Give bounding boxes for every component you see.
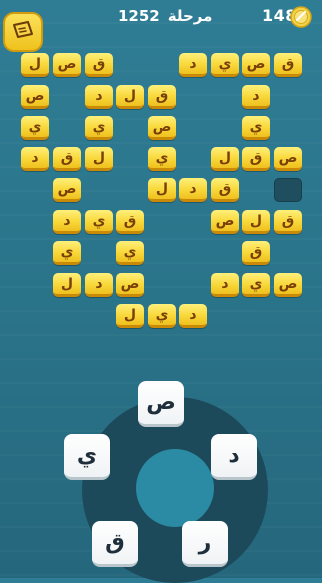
letter-key-ra[interactable]: ر — [182, 521, 228, 567]
board-tile: ل — [116, 85, 144, 109]
board-tile: د — [85, 273, 113, 297]
board-tile: ق — [242, 241, 270, 265]
board-tile: د — [179, 53, 207, 77]
board-tile: ل — [242, 210, 270, 234]
letter-key-dal[interactable]: د — [211, 434, 257, 480]
level-indicator: 1252 مرحلة — [118, 7, 212, 25]
top-bar: 1252 مرحلة 148 — [0, 0, 322, 52]
board-tile: ق — [85, 53, 113, 77]
hint-ticket-icon — [11, 20, 35, 44]
board-tile: ق — [274, 53, 302, 77]
level-label: مرحلة — [167, 7, 213, 25]
board-tile: ل — [148, 178, 176, 202]
board-tile: د — [21, 147, 49, 171]
board-tile: ي — [148, 147, 176, 171]
board-tile: ص — [242, 53, 270, 77]
board-tile: ص — [53, 178, 81, 202]
hint-button[interactable] — [3, 12, 43, 52]
board-tile: ق — [53, 147, 81, 171]
board-tile: ق — [242, 147, 270, 171]
board-tile: ل — [21, 53, 49, 77]
letter-key-ya[interactable]: ي — [64, 434, 110, 480]
letter-key-qaf[interactable]: ق — [92, 521, 138, 567]
board-tile: د — [53, 210, 81, 234]
board-tile: ي — [211, 53, 239, 77]
board-tile-empty — [274, 178, 302, 202]
board-tile: ي — [148, 304, 176, 328]
board-tile: د — [242, 85, 270, 109]
board-tile: ل — [85, 147, 113, 171]
board-tile: ي — [21, 116, 49, 140]
board-tile: ص — [274, 273, 302, 297]
board-tile: ق — [148, 85, 176, 109]
board-tile: ق — [274, 210, 302, 234]
board-tile: د — [211, 273, 239, 297]
board-tile: ق — [211, 178, 239, 202]
board-tile: ي — [85, 210, 113, 234]
board-tile: ص — [148, 116, 176, 140]
board-tile: ي — [242, 273, 270, 297]
board-tile: ق — [116, 210, 144, 234]
board-tile: ي — [85, 116, 113, 140]
board-tile: ي — [53, 241, 81, 265]
board-tile: ص — [211, 210, 239, 234]
board-tile: د — [179, 178, 207, 202]
board-tile: ي — [242, 116, 270, 140]
board-tile: ص — [21, 85, 49, 109]
board-tile: ص — [53, 53, 81, 77]
letter-wheel-center — [136, 449, 214, 527]
board-tile: ص — [274, 147, 302, 171]
board-tile: د — [85, 85, 113, 109]
level-number: 1252 — [118, 7, 160, 25]
coin-icon[interactable] — [290, 6, 312, 28]
board-tile: ل — [211, 147, 239, 171]
board-tile: ل — [53, 273, 81, 297]
board-tile: ص — [116, 273, 144, 297]
board-tile: ي — [116, 241, 144, 265]
board-tile: ل — [116, 304, 144, 328]
board-tile: د — [179, 304, 207, 328]
letter-key-sad[interactable]: ص — [138, 381, 184, 427]
